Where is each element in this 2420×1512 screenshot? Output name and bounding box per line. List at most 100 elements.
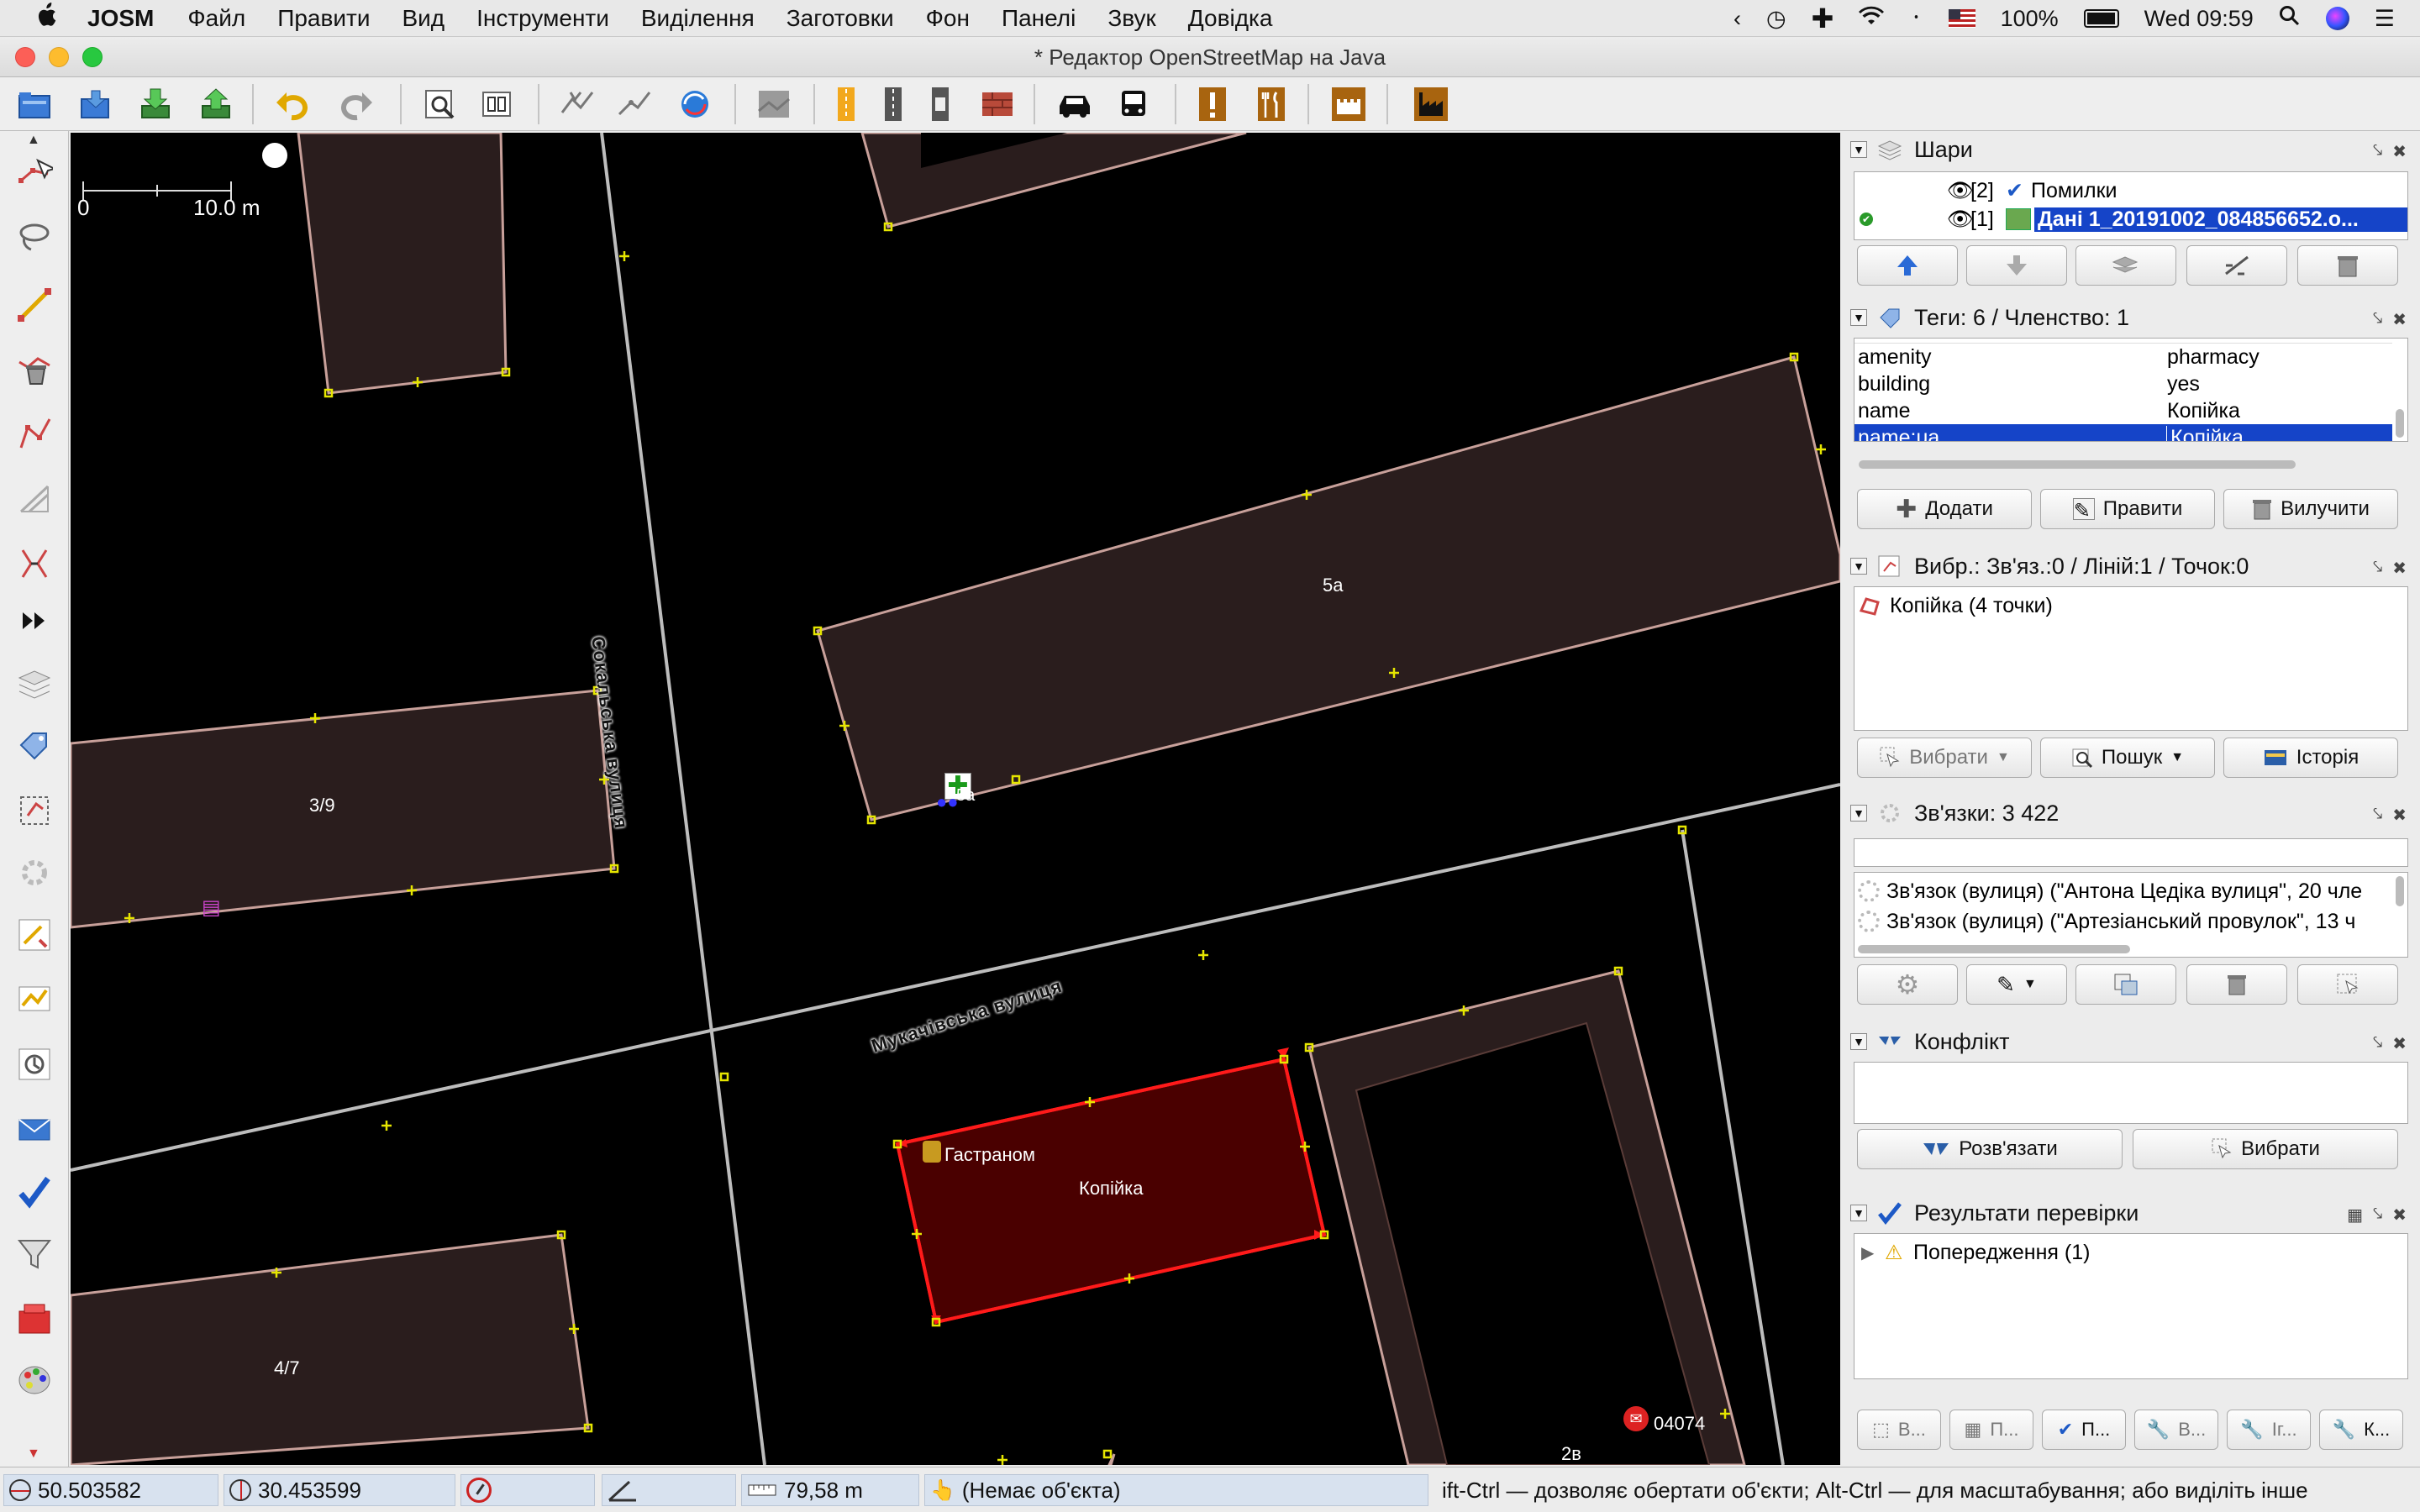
collapse-icon[interactable]: ▼ [1850, 309, 1867, 326]
close-panel-icon[interactable]: ✖ [2392, 309, 2407, 330]
app-menu-josm[interactable]: JOSM [87, 5, 154, 32]
validation-validate-button[interactable]: ✔ П... [2042, 1410, 2126, 1450]
post-box-icon[interactable]: ✉ [1623, 1406, 1649, 1431]
entrance-icon[interactable]: ▤ [202, 895, 221, 920]
time-machine-icon[interactable]: ◷ [1766, 6, 1786, 32]
layers-panel-toggle[interactable] [12, 660, 57, 706]
select-relation-members-button[interactable] [2297, 964, 2398, 1005]
collapse-icon[interactable]: ▼ [1850, 558, 1867, 575]
layer-properties-button[interactable] [474, 82, 519, 126]
scroll-up-arrow-icon[interactable]: ▲ [27, 133, 40, 148]
conflict-panel-header[interactable]: ▼ Конфлікт ⤥ ✖ [1850, 1025, 2413, 1058]
close-panel-icon[interactable]: ✖ [2392, 1033, 2407, 1054]
validator-check-button[interactable] [12, 1169, 57, 1215]
bluetooth-icon[interactable]: ᛫ [1909, 6, 1923, 32]
tag-row[interactable]: building yes [1854, 370, 2407, 397]
validation-panel-toggle[interactable] [12, 912, 57, 958]
layers-panel-header[interactable]: ▼ Шари ⤥ ✖ [1850, 133, 2413, 166]
move-layer-down-button[interactable] [1966, 245, 2067, 286]
history-panel-toggle[interactable] [12, 1042, 57, 1087]
building-4-7[interactable] [71, 1233, 590, 1465]
validation-select-button[interactable]: ⬚ В... [1857, 1410, 1941, 1450]
relation-settings-button[interactable]: ⚙ [1857, 964, 1958, 1005]
path-preset-button[interactable] [871, 82, 916, 126]
scroll-down-arrow-icon[interactable]: ▼ [27, 1446, 40, 1462]
redo-button[interactable] [333, 82, 378, 126]
notification-center-icon[interactable]: ☰ [2375, 6, 2395, 32]
dropdown-arrow-icon[interactable]: ▼ [1996, 750, 2010, 765]
dropdown-arrow-icon[interactable]: ▼ [2023, 977, 2037, 992]
save-file-button[interactable] [72, 82, 118, 126]
industrial-preset-button[interactable] [1408, 82, 1454, 126]
close-panel-icon[interactable]: ✖ [2392, 141, 2407, 162]
siri-icon[interactable] [2325, 7, 2349, 30]
barrier-preset-button[interactable] [975, 82, 1020, 126]
imagery-button[interactable] [751, 82, 797, 126]
menu-view[interactable]: Вид [402, 5, 445, 32]
menu-edit[interactable]: Правити [277, 5, 370, 32]
layer-row[interactable]: 👁 [2] ✔ Помилки [1854, 177, 2407, 204]
preferences-button[interactable] [417, 82, 462, 126]
select-mode-button[interactable] [12, 151, 57, 197]
delete-relation-button[interactable] [2186, 964, 2287, 1005]
edit-relation-button[interactable]: ✎ ▼ [1966, 964, 2067, 1005]
filter-panel-toggle[interactable] [12, 1231, 57, 1277]
delete-mode-button[interactable] [12, 346, 57, 391]
menu-audio[interactable]: Звук [1107, 5, 1155, 32]
map-paint-toggle[interactable] [12, 976, 57, 1021]
open-file-button[interactable] [12, 82, 57, 126]
map-view[interactable]: 0 10.0 m Сокальська вулиця Мукачівська в… [71, 133, 1840, 1465]
building[interactable] [297, 133, 508, 395]
select-button[interactable]: Вибрати ▼ [1857, 738, 2032, 778]
move-layer-up-button[interactable] [1857, 245, 1958, 286]
validation-warning-node[interactable]: ▶ ⚠ Попередження (1) [1854, 1239, 2407, 1266]
messages-panel-toggle[interactable] [12, 1107, 57, 1152]
parallel-way-mode-button[interactable] [12, 475, 57, 521]
settings-small-icon[interactable]: ▦ [2347, 1205, 2363, 1226]
draw-mode-button[interactable] [12, 282, 57, 328]
tags-horizontal-scrollbar[interactable] [1859, 460, 2296, 469]
menu-tools[interactable]: Інструменти [476, 5, 609, 32]
pin-icon[interactable]: ⤥ [2373, 309, 2382, 330]
visibility-eye-icon[interactable]: 👁 [1947, 207, 1974, 232]
close-panel-icon[interactable]: ✖ [2392, 558, 2407, 579]
duplicate-relation-button[interactable] [2075, 964, 2176, 1005]
bus-preset-button[interactable] [1111, 82, 1156, 126]
collapse-icon[interactable]: ▼ [1850, 1033, 1867, 1050]
selection-item[interactable]: Копійка (4 точки) [1854, 592, 2407, 619]
history-button[interactable]: Історія [2223, 738, 2398, 778]
crossing-preset-button[interactable] [918, 82, 963, 126]
more-modes-button[interactable] [12, 598, 57, 643]
validation-configure-button[interactable]: 🔧 К... [2319, 1410, 2403, 1450]
car-preset-button[interactable] [1052, 82, 1097, 126]
visibility-eye-icon[interactable]: 👁 [1947, 179, 1974, 203]
relations-panel-toggle[interactable] [12, 850, 57, 895]
plugin-panel-toggle[interactable] [12, 1295, 57, 1341]
building[interactable] [860, 133, 1247, 228]
food-preset-button[interactable] [1249, 82, 1294, 126]
split-way-button[interactable] [555, 82, 600, 126]
bicycle-parking-icon[interactable]: ●● [936, 791, 959, 813]
apple-menu-icon[interactable] [34, 2, 67, 35]
tag-row-selected[interactable]: name:ua Копійка [1854, 424, 2392, 441]
update-data-button[interactable] [672, 82, 718, 126]
road-preset-button[interactable] [823, 82, 869, 126]
tags-vertical-scrollbar[interactable] [2396, 409, 2404, 438]
improve-way-mode-button[interactable] [12, 412, 57, 457]
search-button[interactable]: Пошук ▼ [2040, 738, 2215, 778]
relations-panel-header[interactable]: ▼ Зв'язки: 3 422 ⤥ ✖ [1850, 796, 2413, 830]
pin-icon[interactable]: ⤥ [2373, 805, 2382, 826]
wifi-icon[interactable] [1859, 6, 1885, 32]
chevron-left-icon[interactable]: ‹ [1733, 6, 1741, 32]
expand-triangle-icon[interactable]: ▶ [1861, 1242, 1885, 1263]
notes-preset-button[interactable] [1190, 82, 1235, 126]
close-panel-icon[interactable]: ✖ [2392, 805, 2407, 826]
pin-icon[interactable]: ⤥ [2373, 141, 2382, 162]
tag-row[interactable]: name Копійка [1854, 397, 2407, 424]
tags-panel-header[interactable]: ▼ Теги: 6 / Членство: 1 ⤥ ✖ [1850, 301, 2413, 334]
collapse-icon[interactable]: ▼ [1850, 141, 1867, 158]
relation-item[interactable]: Зв'язок (вулиця) ("Артезіанський провуло… [1854, 908, 2407, 935]
tag-row[interactable]: amenity pharmacy [1854, 344, 2407, 370]
castle-preset-button[interactable] [1326, 82, 1371, 126]
menu-windows[interactable]: Панелі [1002, 5, 1076, 32]
